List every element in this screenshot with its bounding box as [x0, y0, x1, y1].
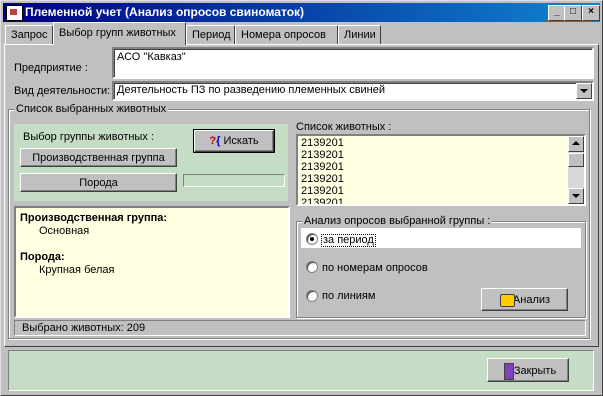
- animal-list[interactable]: 2139201 2139201 2139201 2139201 2139201 …: [296, 134, 586, 206]
- choose-group-label: Выбор группы животных :: [23, 131, 154, 143]
- list-item[interactable]: 2139201: [301, 173, 344, 185]
- window-title: Племенной учет (Анализ опросов свиномато…: [25, 5, 305, 19]
- arrow-up-icon: [572, 141, 580, 145]
- breed-value: Крупная белая: [39, 264, 115, 276]
- selected-animals-title: Список выбранных животных: [14, 103, 169, 115]
- radio-lines-label[interactable]: по линиям: [322, 290, 375, 302]
- enterprise-label: Предприятие :: [14, 62, 88, 74]
- progress-bar: [183, 174, 285, 187]
- tab-survey-numbers[interactable]: Номера опросов: [235, 25, 338, 44]
- breed-heading: Порода:: [20, 251, 65, 263]
- radio-survey-numbers[interactable]: [306, 261, 318, 273]
- arrow-down-icon: [572, 194, 580, 198]
- selected-count: Выбрано животных: 209: [22, 322, 146, 334]
- activity-value: Деятельность ПЗ по разведению племенных …: [117, 84, 386, 96]
- scroll-down-button[interactable]: [568, 188, 584, 204]
- chevron-down-icon[interactable]: [576, 83, 592, 99]
- production-group-button[interactable]: Производственная группа: [20, 148, 177, 167]
- radio-period[interactable]: [306, 233, 318, 245]
- close-button[interactable]: Закрыть: [487, 358, 569, 382]
- maximize-button[interactable]: □: [564, 5, 582, 21]
- production-group-value: Основная: [39, 225, 90, 237]
- tab-lines[interactable]: Линии: [338, 25, 381, 44]
- list-item[interactable]: 2139201: [301, 161, 344, 173]
- door-exit-icon: [504, 363, 514, 380]
- analysis-title: Анализ опросов выбранной группы :: [302, 215, 493, 227]
- radio-lines[interactable]: [306, 290, 318, 302]
- activity-select[interactable]: Деятельность ПЗ по разведению племенных …: [112, 81, 594, 101]
- list-scrollbar[interactable]: [568, 136, 584, 204]
- app-icon[interactable]: [6, 5, 23, 21]
- printer-icon: [500, 294, 515, 307]
- tab-period[interactable]: Период: [186, 25, 235, 44]
- search-button[interactable]: ?{ Искать: [193, 129, 275, 153]
- analyze-button[interactable]: Анализ: [481, 288, 568, 311]
- tab-animal-groups[interactable]: Выбор групп животных: [53, 22, 186, 45]
- close-window-button[interactable]: ×: [582, 5, 600, 21]
- scroll-thumb[interactable]: [568, 153, 584, 167]
- enterprise-field[interactable]: АСО "Кавказ": [112, 47, 594, 79]
- tab-request[interactable]: Запрос: [5, 25, 53, 44]
- list-item[interactable]: 2139201: [301, 185, 344, 197]
- list-item[interactable]: 2139201: [301, 137, 344, 149]
- breed-button[interactable]: Порода: [20, 173, 177, 192]
- scroll-up-button[interactable]: [568, 136, 584, 152]
- radio-period-label[interactable]: за период: [321, 234, 376, 247]
- production-group-heading: Производственная группа:: [20, 212, 168, 224]
- list-item[interactable]: 2139201: [301, 197, 344, 204]
- animal-list-label: Список животных :: [296, 121, 392, 133]
- list-item[interactable]: 2139201: [301, 149, 344, 161]
- radio-survey-numbers-label[interactable]: по номерам опросов: [322, 262, 428, 274]
- title-bar[interactable]: Племенной учет (Анализ опросов свиномато…: [3, 3, 600, 22]
- activity-label: Вид деятельности:: [14, 85, 111, 97]
